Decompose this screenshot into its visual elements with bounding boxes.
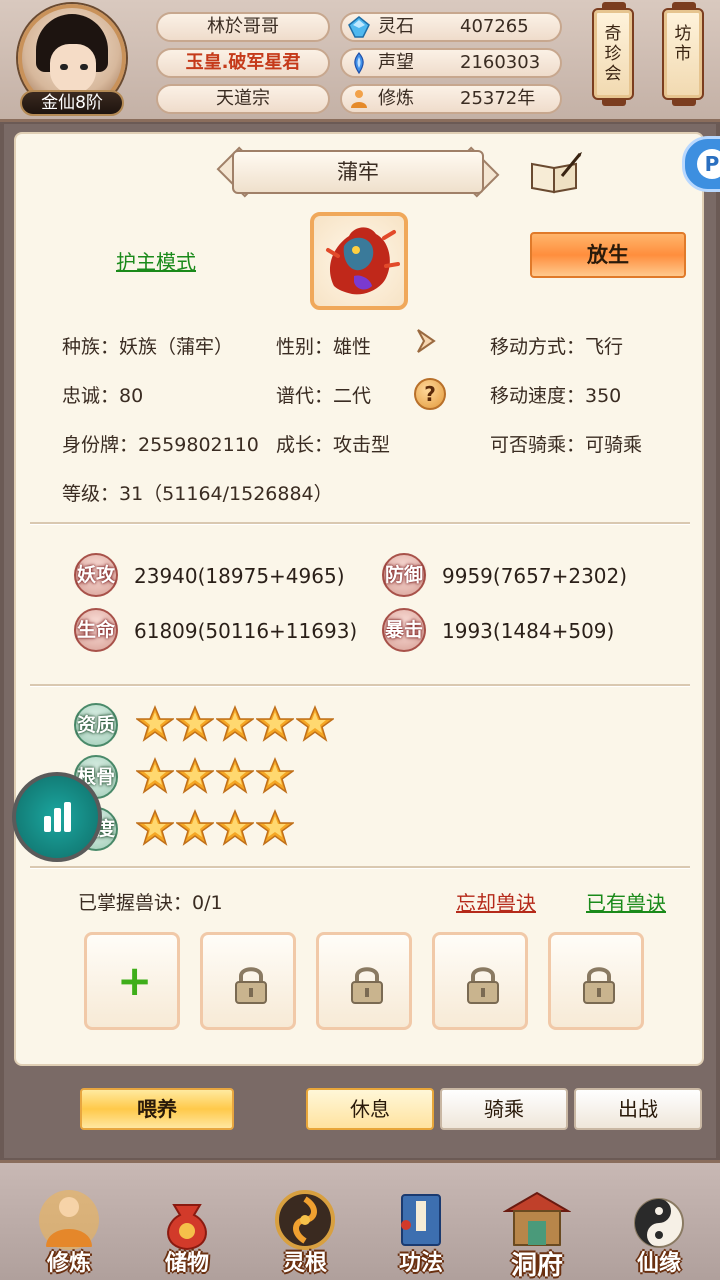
market-button[interactable]: 坊市 (662, 2, 704, 106)
star-icon (256, 757, 294, 794)
defense-value: 9959(7657+2302) (442, 564, 628, 588)
player-sect: 天道宗 (156, 84, 330, 114)
plus-icon: + (117, 956, 153, 1005)
star-icon (216, 705, 254, 742)
lock-icon (583, 967, 615, 1004)
cultivation-icon (351, 90, 367, 108)
crit-value: 1993(1484+509) (442, 619, 615, 643)
pet-handbook-icon[interactable] (528, 152, 582, 196)
switch-arrow-icon[interactable] (412, 326, 442, 356)
resource-spirit-stone: 灵石 407265 (340, 12, 562, 42)
star-icon (136, 757, 174, 794)
nav-label: 洞府 (510, 1251, 563, 1280)
nav-storage[interactable]: 储物 (132, 1171, 242, 1280)
nav-label: 修炼 (46, 1251, 91, 1276)
pet-name-title: 蒲牢 (232, 150, 484, 194)
nav-label: 功法 (398, 1251, 443, 1276)
tab-battle[interactable]: 出战 (574, 1088, 702, 1130)
stat-badge: 暴击 (382, 608, 426, 652)
quality-badge: 资质 (74, 703, 118, 747)
star-icon (216, 809, 254, 846)
nav-label: 仙缘 (636, 1251, 681, 1276)
resource-value: 407265 (460, 16, 529, 37)
move-speed-attr: 移动速度：350 (490, 385, 622, 407)
pet-creature-icon (326, 227, 400, 295)
tab-rest[interactable]: 休息 (306, 1088, 434, 1130)
stat-badge: 妖攻 (74, 553, 118, 597)
lock-icon (351, 967, 383, 1004)
skill-slot-add[interactable]: + (84, 932, 180, 1030)
loyalty-attr: 忠诚：80 (62, 385, 144, 407)
release-button[interactable]: 放生 (530, 232, 686, 278)
tab-ride[interactable]: 骑乘 (440, 1088, 568, 1130)
skill-slot-locked[interactable] (548, 932, 644, 1030)
feed-button[interactable]: 喂养 (80, 1088, 234, 1130)
skill-slot-locked[interactable] (316, 932, 412, 1030)
id-tag-attr: 身份牌：2559802110 (62, 434, 259, 456)
star-icon (176, 809, 214, 846)
nav-technique[interactable]: 功法 (366, 1171, 476, 1280)
hp-value: 61809(50116+11693) (134, 619, 358, 643)
lantern-label: 奇珍会 (604, 24, 622, 84)
star-icon (256, 705, 294, 742)
gender-attr: 性别：雄性 (276, 336, 372, 358)
rideable-attr: 可否骑乘：可骑乘 (490, 434, 643, 456)
guard-mode-link[interactable]: 护主模式 (116, 246, 196, 275)
resource-label: 声望 (378, 52, 414, 73)
mastered-skills-label: 已掌握兽诀：0/1 (78, 892, 223, 914)
stat-badge: 生命 (74, 608, 118, 652)
nav-fate[interactable]: 仙缘 (604, 1171, 714, 1280)
generation-attr: 谱代：二代 (276, 385, 372, 407)
bar-chart-icon (44, 802, 71, 832)
bottom-nav: 修炼 储物 灵根 功法 洞府 仙缘 (0, 1160, 720, 1280)
player-title: 玉皇.破军星君 (156, 48, 330, 78)
star-icon (256, 809, 294, 846)
treasure-fair-button[interactable]: 奇珍会 (592, 2, 634, 106)
growth-attr: 成长：攻击型 (276, 434, 391, 456)
skill-slot-locked[interactable] (432, 932, 528, 1030)
forget-skill-link[interactable]: 忘却兽诀 (456, 887, 536, 916)
star-icon (216, 757, 254, 794)
rank-badge: 金仙8阶 (20, 90, 124, 116)
prestige-icon (354, 52, 364, 74)
pet-portrait[interactable] (310, 212, 408, 310)
resource-label: 修炼 (378, 88, 414, 109)
resource-value: 2160303 (460, 52, 541, 73)
stat-badge: 防御 (382, 553, 426, 597)
lock-icon (235, 967, 267, 1004)
lock-icon (467, 967, 499, 1004)
star-icon (136, 705, 174, 742)
star-icon (136, 809, 174, 846)
nav-spirit-root[interactable]: 灵根 (250, 1171, 360, 1280)
star-icon (176, 757, 214, 794)
owned-skills-link[interactable]: 已有兽诀 (586, 887, 666, 916)
nav-cave-mansion[interactable]: 洞府 (482, 1171, 592, 1280)
divider (30, 684, 690, 687)
skill-slot-locked[interactable] (200, 932, 296, 1030)
resource-cultivation: 修炼 25372年 (340, 84, 562, 114)
star-icon (296, 705, 334, 742)
race-attr: 种族：妖族（蒲牢） (62, 336, 234, 358)
side-tab-icon: P (697, 149, 720, 179)
resource-value: 25372年 (460, 88, 536, 109)
help-icon[interactable]: ? (414, 378, 446, 410)
nav-label: 灵根 (282, 1251, 327, 1276)
floating-assistant-button[interactable] (12, 772, 102, 862)
level-attr: 等级：31（51164/1526884） (62, 483, 333, 505)
lantern-label: 坊市 (674, 24, 692, 64)
top-bar: 金仙8阶 林於哥哥 玉皇.破军星君 天道宗 灵石 407265 声望 21603… (0, 0, 720, 122)
nav-label: 储物 (164, 1251, 209, 1276)
resource-prestige: 声望 2160303 (340, 48, 562, 78)
player-name: 林於哥哥 (156, 12, 330, 42)
star-icon (176, 705, 214, 742)
move-type-attr: 移动方式：飞行 (490, 336, 624, 358)
attack-value: 23940(18975+4965) (134, 564, 345, 588)
spirit-stone-icon (348, 16, 370, 38)
nav-cultivate[interactable]: 修炼 (14, 1171, 124, 1280)
divider (30, 522, 690, 525)
divider (30, 866, 690, 869)
resource-label: 灵石 (378, 16, 414, 37)
